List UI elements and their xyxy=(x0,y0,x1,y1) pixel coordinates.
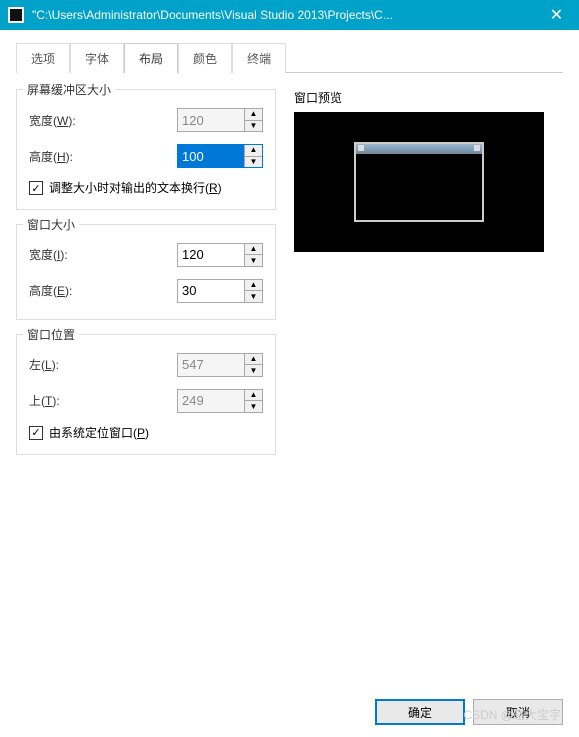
winpos-left-label: 左(L): xyxy=(29,356,177,373)
spin-down-icon[interactable]: ▼ xyxy=(245,365,262,376)
winpos-left-spinner[interactable]: ▲ ▼ xyxy=(177,353,263,377)
spin-down-icon[interactable]: ▼ xyxy=(245,157,262,168)
group-buffer-size: 屏幕缓冲区大小 宽度(W): ▲ ▼ 高度(H): xyxy=(16,89,276,210)
tab-options[interactable]: 选项 xyxy=(16,43,70,73)
group-buffer-title: 屏幕缓冲区大小 xyxy=(23,81,115,98)
system-position-label: 由系统定位窗口(P) xyxy=(49,425,263,442)
spin-up-icon[interactable]: ▲ xyxy=(245,145,262,157)
group-window-size: 窗口大小 宽度(I): ▲ ▼ 高度(E): xyxy=(16,224,276,320)
preview-title: 窗口预览 xyxy=(294,89,563,106)
preview-window xyxy=(354,142,484,222)
window-title: "C:\Users\Administrator\Documents\Visual… xyxy=(32,8,534,22)
titlebar: "C:\Users\Administrator\Documents\Visual… xyxy=(0,0,579,30)
winpos-top-spinner[interactable]: ▲ ▼ xyxy=(177,389,263,413)
buffer-height-spinner[interactable]: ▲ ▼ xyxy=(177,144,263,168)
spin-down-icon[interactable]: ▼ xyxy=(245,291,262,302)
spin-up-icon[interactable]: ▲ xyxy=(245,354,262,366)
group-winsize-title: 窗口大小 xyxy=(23,216,79,233)
winpos-top-input[interactable] xyxy=(178,390,244,412)
ok-button[interactable]: 确定 xyxy=(375,699,465,725)
wrap-checkbox[interactable]: ✓ xyxy=(29,181,43,195)
button-bar: 确定 取消 xyxy=(375,699,563,725)
winsize-width-label: 宽度(I): xyxy=(29,246,177,263)
wrap-label: 调整大小时对输出的文本换行(R) xyxy=(49,180,263,197)
winpos-top-label: 上(T): xyxy=(29,392,177,409)
spin-down-icon[interactable]: ▼ xyxy=(245,255,262,266)
tab-strip: 选项 字体 布局 颜色 终端 xyxy=(16,42,563,73)
winsize-height-spinner[interactable]: ▲ ▼ xyxy=(177,279,263,303)
spin-up-icon[interactable]: ▲ xyxy=(245,390,262,402)
system-position-checkbox[interactable]: ✓ xyxy=(29,426,43,440)
tab-terminal[interactable]: 终端 xyxy=(232,43,286,73)
group-winpos-title: 窗口位置 xyxy=(23,326,79,343)
buffer-height-input[interactable] xyxy=(178,145,244,167)
winsize-width-input[interactable] xyxy=(178,244,244,266)
console-icon xyxy=(8,7,24,23)
buffer-height-label: 高度(H): xyxy=(29,148,177,165)
tab-font[interactable]: 字体 xyxy=(70,43,124,73)
winsize-width-spinner[interactable]: ▲ ▼ xyxy=(177,243,263,267)
cancel-button[interactable]: 取消 xyxy=(473,699,563,725)
group-window-position: 窗口位置 左(L): ▲ ▼ 上(T): xyxy=(16,334,276,455)
spin-up-icon[interactable]: ▲ xyxy=(245,109,262,121)
buffer-width-label: 宽度(W): xyxy=(29,112,177,129)
spin-down-icon[interactable]: ▼ xyxy=(245,401,262,412)
winsize-height-label: 高度(E): xyxy=(29,282,177,299)
spin-up-icon[interactable]: ▲ xyxy=(245,244,262,256)
tab-layout[interactable]: 布局 xyxy=(124,43,178,73)
window-preview xyxy=(294,112,544,252)
buffer-width-input[interactable] xyxy=(178,109,244,131)
close-button[interactable]: ✕ xyxy=(534,0,579,30)
winsize-height-input[interactable] xyxy=(178,280,244,302)
spin-down-icon[interactable]: ▼ xyxy=(245,121,262,132)
spin-up-icon[interactable]: ▲ xyxy=(245,280,262,292)
winpos-left-input[interactable] xyxy=(178,354,244,376)
preview-window-titlebar xyxy=(356,144,482,154)
tab-color[interactable]: 颜色 xyxy=(178,43,232,73)
buffer-width-spinner[interactable]: ▲ ▼ xyxy=(177,108,263,132)
